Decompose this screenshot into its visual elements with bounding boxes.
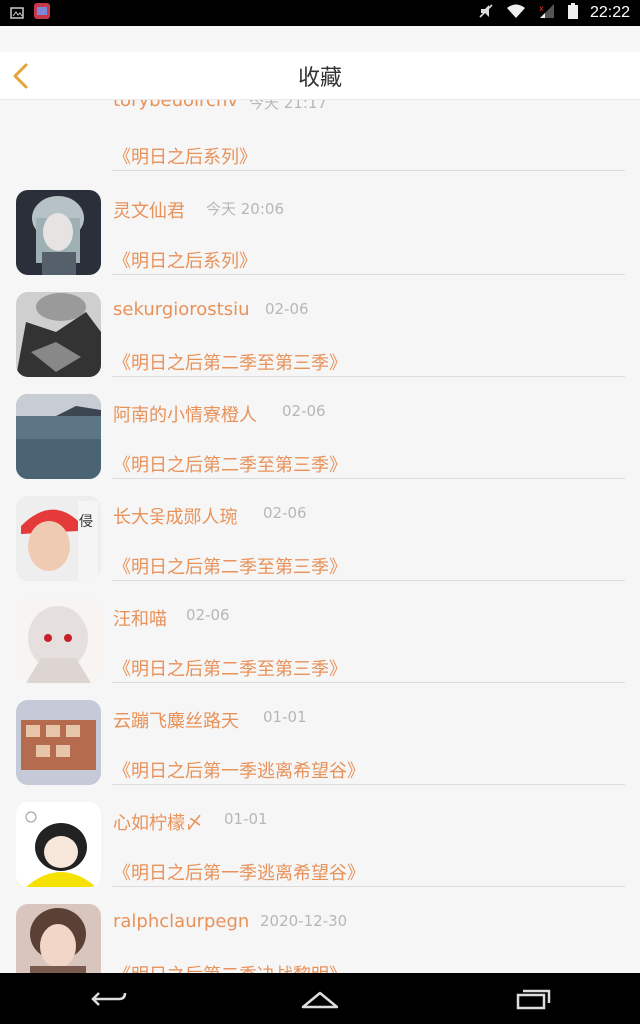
- avatar[interactable]: [16, 904, 101, 973]
- item-collection-title[interactable]: 《明日之后第一季逃离希望谷》: [113, 757, 365, 783]
- app-notification-icon: [34, 3, 50, 23]
- avatar-image: [16, 700, 101, 785]
- item-time: 02-06: [282, 402, 326, 420]
- item-time: 2020-12-30: [260, 912, 348, 930]
- divider: [112, 682, 625, 683]
- svg-text:x: x: [539, 4, 544, 13]
- divider: [112, 886, 625, 887]
- home-nav-button[interactable]: [290, 979, 350, 1019]
- avatar-image: [16, 190, 101, 275]
- item-time: 今天 20:06: [206, 200, 284, 218]
- item-collection-title[interactable]: 《明日之后第二季决战黎明》: [113, 961, 347, 973]
- favorites-list[interactable]: torybeuolrchv 今天 21:17 《明日之后系列》 灵文仙君 今天 …: [0, 100, 640, 973]
- svg-text:侵: 侵: [79, 513, 93, 530]
- list-item[interactable]: 灵文仙君 今天 20:06 《明日之后系列》: [0, 189, 640, 291]
- avatar[interactable]: [16, 598, 101, 683]
- item-collection-title[interactable]: 《明日之后第二季至第三季》: [113, 349, 347, 375]
- item-time: 01-01: [263, 708, 307, 726]
- recents-nav-button[interactable]: [503, 979, 563, 1019]
- avatar[interactable]: [16, 394, 101, 479]
- status-bar: x 22:22: [0, 0, 640, 26]
- item-collection-title[interactable]: 《明日之后第二季至第三季》: [113, 655, 347, 681]
- avatar-image: [16, 394, 101, 479]
- avatar-image: [16, 292, 101, 377]
- item-time: 今天 21:17: [249, 100, 327, 112]
- item-time: 02-06: [263, 504, 307, 522]
- back-button[interactable]: [8, 62, 36, 90]
- avatar-image: [16, 598, 101, 683]
- top-spacer: [0, 26, 640, 52]
- header: 收藏: [0, 52, 640, 100]
- item-collection-title[interactable]: 《明日之后第二季至第三季》: [113, 553, 347, 579]
- avatar[interactable]: [16, 292, 101, 377]
- recents-icon: [517, 989, 551, 1009]
- divider: [112, 580, 625, 581]
- avatar-image: [16, 802, 101, 887]
- item-time: 02-06: [265, 300, 309, 318]
- clock: 22:22: [589, 4, 630, 21]
- item-username[interactable]: 心如柠檬〆: [113, 809, 203, 835]
- list-item[interactable]: 汪和喵 02-06 《明日之后第二季至第三季》: [0, 597, 640, 699]
- divider: [112, 784, 625, 785]
- wifi-icon: [506, 3, 526, 23]
- list-item[interactable]: 心如柠檬〆 01-01 《明日之后第一季逃离希望谷》: [0, 801, 640, 903]
- gallery-notification-icon: [10, 4, 24, 23]
- divider: [112, 376, 625, 377]
- item-username[interactable]: torybeuolrchv: [113, 100, 238, 111]
- avatar-image: 侵: [16, 496, 101, 581]
- list-item[interactable]: 侵 长大옻成郧人琬 02-06 《明日之后第二季至第三季》: [0, 495, 640, 597]
- item-time: 02-06: [186, 606, 230, 624]
- back-nav-button[interactable]: [77, 979, 137, 1019]
- divider: [112, 170, 625, 171]
- page-title: 收藏: [297, 65, 342, 91]
- item-username[interactable]: 汪和喵: [113, 605, 167, 631]
- item-time: 01-01: [224, 810, 268, 828]
- item-collection-title[interactable]: 《明日之后第二季至第三季》: [113, 451, 347, 477]
- list-item[interactable]: 云蹦飞麋丝路天 01-01 《明日之后第一季逃离希望谷》: [0, 699, 640, 801]
- item-username[interactable]: ralphclaurpegn: [113, 911, 249, 932]
- avatar[interactable]: [16, 190, 101, 275]
- item-collection-title[interactable]: 《明日之后第一季逃离希望谷》: [113, 859, 365, 885]
- item-username[interactable]: 阿南的小情寮橙人: [113, 401, 257, 427]
- avatar[interactable]: [16, 700, 101, 785]
- item-username[interactable]: 灵文仙君: [113, 197, 185, 223]
- divider: [112, 274, 625, 275]
- mute-icon: [478, 3, 494, 23]
- item-username[interactable]: 云蹦飞麋丝路天: [113, 707, 239, 733]
- list-item[interactable]: sekurgiorostsiu 02-06 《明日之后第二季至第三季》: [0, 291, 640, 393]
- item-username[interactable]: 长大옻成郧人琬: [113, 503, 238, 529]
- battery-icon: [567, 3, 578, 23]
- item-username[interactable]: sekurgiorostsiu: [113, 299, 250, 320]
- navigation-bar: [0, 973, 640, 1024]
- divider: [112, 478, 625, 479]
- avatar[interactable]: 侵: [16, 496, 101, 581]
- signal-icon: x: [538, 3, 556, 23]
- chevron-left-icon: [13, 63, 28, 89]
- list-item[interactable]: 阿南的小情寮橙人 02-06 《明日之后第二季至第三季》: [0, 393, 640, 495]
- item-collection-title[interactable]: 《明日之后系列》: [113, 143, 257, 169]
- item-collection-title[interactable]: 《明日之后系列》: [113, 247, 257, 273]
- avatar-image: [16, 904, 101, 973]
- avatar[interactable]: [16, 802, 101, 887]
- home-icon: [301, 991, 339, 1008]
- list-item[interactable]: ralphclaurpegn 2020-12-30 《明日之后第二季决战黎明》: [0, 903, 640, 973]
- back-arrow-icon: [90, 991, 126, 1006]
